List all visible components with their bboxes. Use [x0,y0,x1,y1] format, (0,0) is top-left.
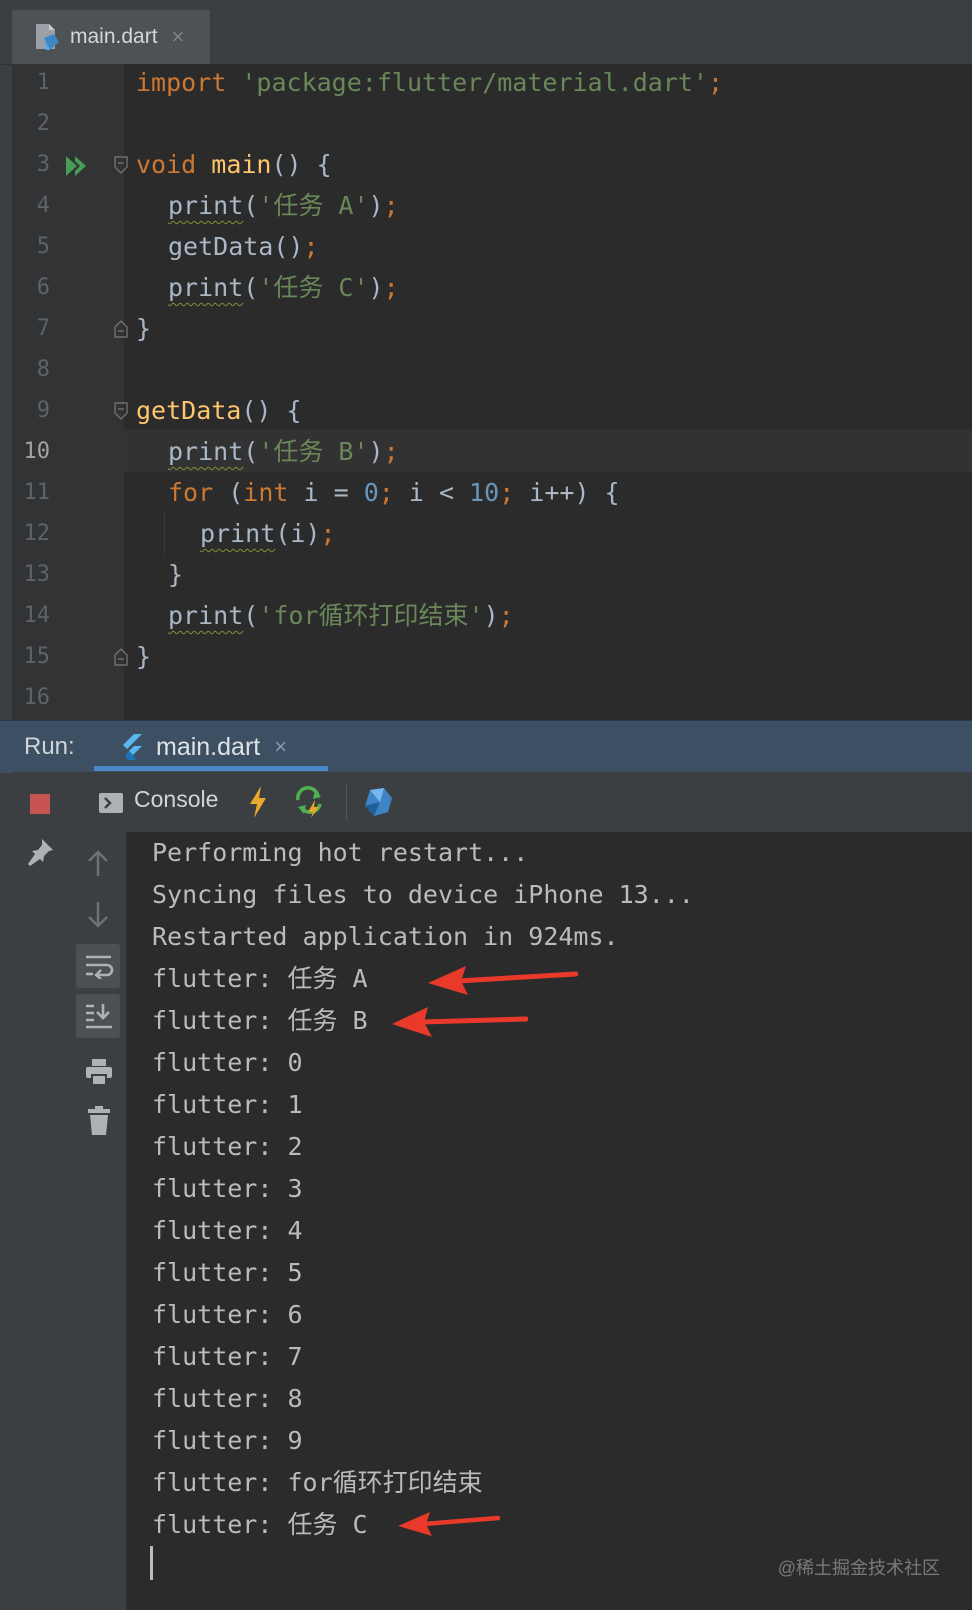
console-line: Performing hot restart... [152,838,529,867]
code-line-3: void main() { [136,150,332,179]
line-number: 16 [23,685,51,707]
console-line: flutter: 8 [152,1384,303,1413]
code-line-9: getData() { [136,396,302,425]
run-left-toolbar [12,772,71,1610]
watermark: @稀土掘金技术社区 [777,1558,940,1578]
soft-wrap-icon[interactable] [84,953,114,979]
line-number: 8 [36,357,50,382]
console-line: Restarted application in 924ms. [152,922,619,951]
scroll-up-icon[interactable] [86,848,110,878]
console-icon [99,793,123,813]
dart-devtools-icon[interactable] [362,786,394,818]
run-label: Run: [24,733,75,760]
code-line-7: } [136,314,152,343]
arrow-annotation [392,1007,528,1037]
print-icon[interactable] [84,1058,114,1086]
console-line: flutter: 6 [152,1300,303,1329]
toolbar-separator [346,784,347,820]
scroll-down-icon[interactable] [86,900,110,930]
editor-tab-close-icon[interactable]: × [172,24,185,50]
hot-restart-icon[interactable] [294,786,328,818]
line-number: 2 [36,111,50,136]
console-line: flutter: for循环打印结束 [152,1468,483,1497]
console-line: flutter: 3 [152,1174,303,1203]
code-line-13: } [168,560,184,589]
stop-icon[interactable] [29,793,51,815]
console-line: flutter: 5 [152,1258,303,1287]
console-line: flutter: 7 [152,1342,303,1371]
console-line: flutter: 0 [152,1048,303,1077]
console-tab-label: Console [134,786,219,812]
console-caret [150,1546,153,1580]
code-line-4: print('任务 A'); [168,191,399,220]
dart-file-icon [36,24,59,50]
console-line: flutter: 任务 C [152,1510,368,1539]
console-line: flutter: 任务 B [152,1006,368,1035]
flutter-icon [123,734,142,760]
console-line: flutter: 4 [152,1216,303,1245]
code-line-11: for (int i = 0; i < 10; i++) { [168,478,620,507]
code-line-14: print('for循环打印结束'); [168,601,514,630]
arrow-annotation [428,966,578,995]
pin-icon[interactable] [24,836,56,868]
console-line: flutter: 2 [152,1132,303,1161]
clear-icon[interactable] [87,1106,111,1136]
hot-reload-icon[interactable] [246,785,270,819]
editor-tab-label: main.dart [70,25,158,48]
run-tab-active-indicator [94,766,328,771]
scroll-to-end-icon[interactable] [84,1002,114,1030]
arrow-annotation [398,1512,500,1536]
run-tab-close-icon[interactable]: × [274,734,287,760]
console-line: flutter: 1 [152,1090,303,1119]
console-line: flutter: 9 [152,1426,303,1455]
console-line: Syncing files to device iPhone 13... [152,880,694,909]
code-line-10: print('任务 B'); [168,437,399,466]
code-line-6: print('任务 C'); [168,273,399,302]
run-tab-label: main.dart [156,732,261,761]
code-line-15: } [136,642,152,671]
code-line-12: print(i); [200,519,336,548]
code-line-5: getData(); [168,232,319,261]
console-line: flutter: 任务 A [152,964,368,993]
editor-tab-main-dart[interactable]: main.dart × [12,10,210,64]
editor-tab-bar: main.dart × [0,0,972,65]
code-line-1: import 'package:flutter/material.dart'; [136,68,724,97]
